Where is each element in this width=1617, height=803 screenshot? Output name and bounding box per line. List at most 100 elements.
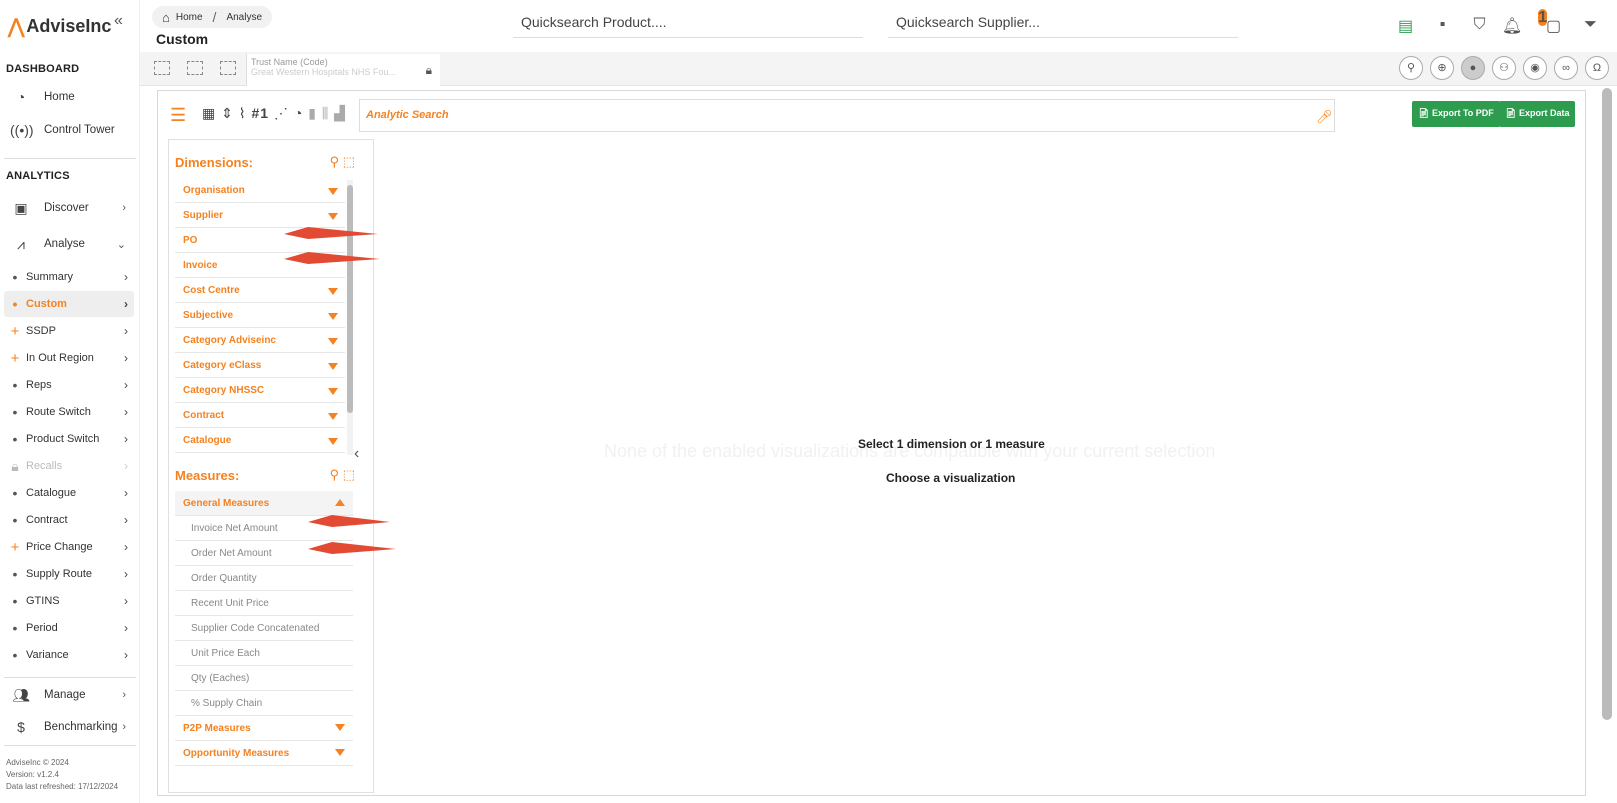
image-search-icon: ▣ <box>14 199 28 216</box>
search-icon[interactable]: ⚲ <box>1399 56 1423 80</box>
top-bar: ⌂ Home / Analyse Custom Quicksearch Prod… <box>140 0 1617 52</box>
bullet-icon: • <box>12 620 18 636</box>
chevron-right-icon: › <box>124 270 128 284</box>
sidebar-item-control-tower[interactable]: ((•)) Control Tower <box>0 115 136 145</box>
sidebar-item-analyse[interactable]: ⩘ Analyse ⌄ <box>0 229 136 259</box>
select-message: Select 1 dimension or 1 measure <box>858 437 1045 451</box>
analysis-panel: ☰ ▦ ⇕ ⌇ #1 ⋰ ◔ ▮ ⫼ ▟ Analytic Search 🎤︎ … <box>157 90 1586 796</box>
chevron-right-icon: › <box>122 202 126 214</box>
redo-selection-icon[interactable] <box>187 61 203 75</box>
bullet-icon: • <box>12 593 18 609</box>
logo-text: AdviseInc <box>26 16 112 36</box>
measure-item[interactable]: Recent Unit Price <box>175 591 353 616</box>
arrow-annotation <box>308 515 390 527</box>
group-label: P2P Measures <box>183 723 251 734</box>
sidebar-item-summary[interactable]: • Summary › <box>4 264 134 290</box>
sidebar-item-label: Catalogue <box>26 487 77 499</box>
adviseinc-logo[interactable]: ⋀ AdviseInc <box>8 14 111 39</box>
sidebar-item-benchmarking[interactable]: $ Benchmarking › <box>0 716 136 738</box>
divider <box>4 158 136 159</box>
clipboard-icon[interactable]: ▢ <box>1535 16 1572 36</box>
bookmark-icon[interactable]: ⛉ <box>1461 16 1498 36</box>
group-icon[interactable]: ⚇ <box>1492 56 1516 80</box>
measure-item[interactable]: Supplier Code Concatenated <box>175 616 353 641</box>
feedback-icon[interactable]: ▪ <box>1424 16 1461 36</box>
sidebar-item-label: Period <box>26 622 58 634</box>
user-icon[interactable]: ● <box>1461 56 1485 80</box>
clear-selection-icon[interactable] <box>220 61 236 75</box>
filter-icon[interactable]: ⏷ <box>1572 16 1609 36</box>
collapse-sidebar-icon[interactable]: « <box>114 12 123 30</box>
lock-icon[interactable]: 🔒︎ <box>426 63 432 78</box>
bullet-icon: • <box>12 404 18 420</box>
sidebar-item-supply-route[interactable]: • Supply Route › <box>4 561 134 587</box>
clipboard-check-icon[interactable]: ▤ <box>1387 16 1424 36</box>
export-data-button[interactable]: 📄︎ Export Data <box>1499 101 1576 127</box>
chevron-right-icon: › <box>124 378 128 392</box>
sidebar-item-catalogue[interactable]: • Catalogue › <box>4 480 134 506</box>
chevron-right-icon: › <box>124 324 128 338</box>
chevron-down-icon: ⌄ <box>116 238 126 251</box>
eye-icon[interactable]: ◉ <box>1523 56 1547 80</box>
undo-selection-icon[interactable] <box>154 61 170 75</box>
page-scrollbar[interactable] <box>1602 88 1612 720</box>
chevron-down-icon <box>335 749 345 756</box>
sidebar-item-ssdp[interactable]: + SSDP › <box>4 318 134 344</box>
sidebar-item-custom[interactable]: • Custom › <box>4 291 134 317</box>
measure-item[interactable]: Qty (Eaches) <box>175 666 353 691</box>
sidebar-item-contract[interactable]: • Contract › <box>4 507 134 533</box>
plus-icon: + <box>10 349 20 367</box>
export-pdf-button[interactable]: 📄︎ Export To PDF <box>1412 101 1500 127</box>
sidebar-item-label: Control Tower <box>44 124 115 136</box>
sidebar-item-label: Home <box>44 91 75 103</box>
sidebar-item-recalls[interactable]: 🔒︎ Recalls › <box>4 453 134 479</box>
chevron-right-icon: › <box>124 405 128 419</box>
sidebar-item-label: Product Switch <box>26 433 100 445</box>
sidebar-item-variance[interactable]: • Variance › <box>4 642 134 668</box>
sidebar-item-manage[interactable]: 👥︎ Manage › <box>0 680 136 710</box>
arrow-annotation <box>284 252 380 264</box>
sidebar-item-gtins[interactable]: • GTINS › <box>4 588 134 614</box>
copyright-text: AdviseInc © 2024 <box>6 758 69 767</box>
sidebar-item-discover[interactable]: ▣ Discover › <box>0 193 136 223</box>
analytic-search-input[interactable]: Analytic Search <box>359 99 1335 132</box>
sidebar-footer: AdviseInc © 2024 Version: v1.2.4 Data la… <box>6 757 118 793</box>
sidebar-item-reps[interactable]: • Reps › <box>4 372 134 398</box>
chevron-right-icon: › <box>124 432 128 446</box>
divider <box>4 745 136 746</box>
headset-icon[interactable]: Ω <box>1585 56 1609 80</box>
chevron-right-icon: › <box>124 297 128 311</box>
breadcrumb-separator: / <box>212 9 217 25</box>
sidebar-item-price-change[interactable]: + Price Change › <box>4 534 134 560</box>
sidebar-item-in-out-region[interactable]: + In Out Region › <box>4 345 134 371</box>
p2p-measures-group[interactable]: P2P Measures <box>175 716 353 741</box>
bullet-icon: • <box>12 296 18 312</box>
speedometer-icon: ◔ <box>16 89 26 105</box>
bullet-icon: • <box>12 269 18 285</box>
chevron-right-icon: › <box>124 540 128 554</box>
sidebar-item-label: Analyse <box>44 238 85 250</box>
quicksearch-supplier-input[interactable]: Quicksearch Supplier... <box>888 12 1238 38</box>
page-title: Custom <box>156 31 209 47</box>
bell-icon[interactable]: 🔔︎1 <box>1498 9 1548 36</box>
sidebar-item-product-switch[interactable]: • Product Switch › <box>4 426 134 452</box>
version-text: Version: v1.2.4 <box>6 770 59 779</box>
target-icon[interactable]: ⊕ <box>1430 56 1454 80</box>
measure-item[interactable]: Unit Price Each <box>175 641 353 666</box>
plus-icon: + <box>10 322 20 340</box>
refreshed-text: Data last refreshed: 17/12/2024 <box>6 782 119 791</box>
sidebar-item-period[interactable]: • Period › <box>4 615 134 641</box>
sidebar-item-home[interactable]: ◔ Home <box>0 82 136 112</box>
measure-item[interactable]: % Supply Chain <box>175 691 353 716</box>
sidebar-item-route-switch[interactable]: • Route Switch › <box>4 399 134 425</box>
link-icon[interactable]: ∞ <box>1554 56 1578 80</box>
home-icon[interactable]: ⌂ <box>162 10 170 25</box>
export-pdf-label: Export To PDF <box>1431 108 1494 118</box>
dollar-box-icon: $ <box>17 719 25 735</box>
quicksearch-product-input[interactable]: Quicksearch Product.... <box>513 12 863 38</box>
opportunity-measures-group[interactable]: Opportunity Measures <box>175 741 353 766</box>
broadcast-tower-icon: ((•)) <box>10 122 34 138</box>
trust-selector[interactable]: Trust Name (Code) Great Western Hospital… <box>246 54 440 86</box>
context-toolbar: Trust Name (Code) Great Western Hospital… <box>140 52 1617 86</box>
breadcrumb-home[interactable]: Home <box>176 12 203 23</box>
